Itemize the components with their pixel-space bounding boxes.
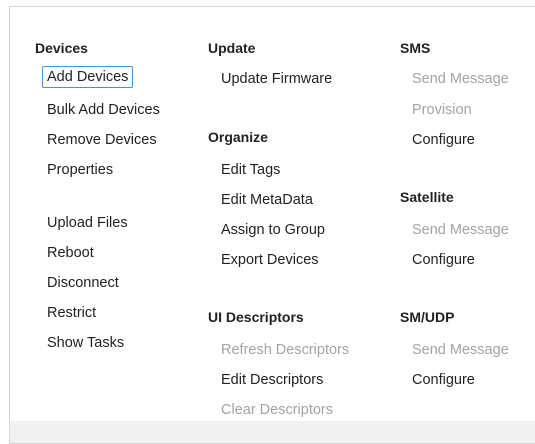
sms-configure-menu-item[interactable]: Configure (412, 131, 475, 149)
sms-send-message-menu-item: Send Message (412, 71, 509, 87)
clear-descriptors-menu-item: Clear Descriptors (221, 402, 333, 418)
bulk-add-devices-menu-item[interactable]: Bulk Add Devices (47, 101, 160, 119)
sm-udp-configure-menu-item[interactable]: Configure (412, 371, 475, 389)
sm-udp-heading: SM/UDP (400, 309, 455, 325)
assign-to-group-menu-item[interactable]: Assign to Group (221, 221, 325, 239)
show-tasks-menu-item[interactable]: Show Tasks (47, 334, 124, 352)
reboot-menu-item[interactable]: Reboot (47, 244, 94, 262)
satellite-send-message-menu-item: Send Message (412, 222, 509, 238)
upload-files-menu-item[interactable]: Upload Files (47, 214, 128, 232)
organize-heading: Organize (208, 129, 268, 145)
refresh-descriptors-menu-item: Refresh Descriptors (221, 342, 350, 358)
export-devices-menu-item[interactable]: Export Devices (221, 251, 319, 269)
update-firmware-menu-item[interactable]: Update Firmware (221, 70, 332, 88)
footer-band (10, 421, 535, 443)
properties-menu-item[interactable]: Properties (47, 161, 113, 179)
sms-heading: SMS (400, 40, 431, 56)
add-devices-menu-item[interactable]: Add Devices (42, 66, 134, 88)
satellite-configure-menu-item[interactable]: Configure (412, 251, 475, 269)
edit-tags-menu-item[interactable]: Edit Tags (221, 161, 280, 179)
restrict-menu-item[interactable]: Restrict (47, 304, 96, 322)
edit-metadata-menu-item[interactable]: Edit MetaData (221, 191, 313, 209)
satellite-heading: Satellite (400, 189, 454, 205)
disconnect-menu-item[interactable]: Disconnect (47, 274, 119, 292)
devices-heading: Devices (35, 40, 88, 56)
sms-provision-menu-item: Provision (412, 102, 472, 118)
update-heading: Update (208, 40, 256, 56)
sm-udp-send-message-menu-item: Send Message (412, 342, 509, 358)
edit-descriptors-menu-item[interactable]: Edit Descriptors (221, 371, 323, 389)
remove-devices-menu-item[interactable]: Remove Devices (47, 131, 157, 149)
ui-descriptors-heading: UI Descriptors (208, 309, 304, 325)
device-actions-menu: Devices Add Devices Bulk Add Devices Rem… (9, 6, 535, 444)
